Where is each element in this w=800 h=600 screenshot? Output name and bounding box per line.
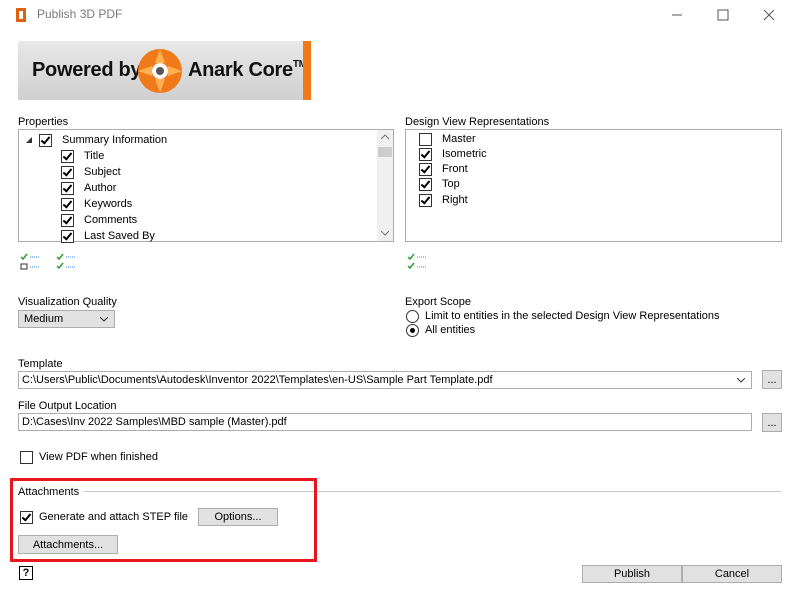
minimize-icon bbox=[672, 14, 682, 16]
check-all-children-icon[interactable] bbox=[56, 253, 78, 271]
check-all-icon[interactable] bbox=[20, 253, 42, 271]
list-item[interactable]: Keywords bbox=[61, 196, 132, 212]
chevron-down-icon bbox=[100, 317, 108, 322]
title-bar: Publish 3D PDF bbox=[0, 0, 800, 30]
design-views-label: Design View Representations bbox=[405, 116, 550, 128]
help-icon[interactable]: ? bbox=[19, 566, 33, 580]
view-checkbox[interactable] bbox=[419, 177, 432, 191]
property-checkbox[interactable] bbox=[61, 229, 74, 243]
view-pdf-option[interactable]: View PDF when finished bbox=[20, 449, 158, 465]
output-path-input[interactable]: D:\Cases\Inv 2022 Samples\MBD sample (Ma… bbox=[18, 413, 752, 431]
properties-scrollbar[interactable] bbox=[377, 130, 393, 241]
properties-list[interactable]: Summary Information Title Subject Author… bbox=[18, 129, 394, 244]
summary-group-label: Summary Information bbox=[62, 134, 168, 146]
publish-button[interactable]: Publish bbox=[582, 565, 682, 583]
banner-left-text: Powered by bbox=[32, 59, 142, 81]
banner-accent-stripe bbox=[303, 41, 311, 100]
property-checkbox[interactable] bbox=[61, 165, 74, 179]
property-checkbox[interactable] bbox=[61, 197, 74, 211]
view-checkbox[interactable] bbox=[419, 193, 432, 207]
minimize-button[interactable] bbox=[654, 0, 700, 30]
output-label: File Output Location bbox=[18, 400, 117, 412]
view-checkbox[interactable] bbox=[419, 147, 432, 161]
template-select[interactable]: C:\Users\Public\Documents\Autodesk\Inven… bbox=[18, 371, 752, 389]
visualization-value: Medium bbox=[24, 313, 64, 325]
highlight-box bbox=[10, 478, 317, 562]
banner-right-text: Anark CoreTM bbox=[188, 59, 307, 81]
collapse-arrow-icon[interactable] bbox=[25, 136, 33, 144]
property-checkbox[interactable] bbox=[61, 181, 74, 195]
view-pdf-checkbox[interactable] bbox=[20, 450, 33, 464]
app-icon bbox=[16, 8, 26, 22]
scroll-thumb[interactable] bbox=[378, 147, 392, 157]
scope-radio-all[interactable] bbox=[406, 323, 419, 337]
summary-group-checkbox[interactable] bbox=[39, 133, 52, 147]
window-title: Publish 3D PDF bbox=[37, 7, 123, 21]
check-all-views-icon[interactable] bbox=[407, 253, 429, 271]
scroll-up-icon[interactable] bbox=[381, 134, 389, 140]
list-item[interactable]: Right bbox=[419, 192, 468, 208]
close-icon bbox=[763, 9, 775, 21]
view-checkbox[interactable] bbox=[419, 132, 432, 146]
scroll-down-icon[interactable] bbox=[381, 230, 389, 236]
design-views-list[interactable]: Master Isometric Front Top Right bbox=[405, 129, 782, 242]
list-item[interactable]: Front bbox=[419, 161, 468, 177]
list-item[interactable]: Master bbox=[419, 131, 476, 147]
visualization-select[interactable]: Medium bbox=[18, 310, 115, 328]
visualization-label: Visualization Quality bbox=[18, 296, 117, 308]
maximize-button[interactable] bbox=[700, 0, 746, 30]
list-item[interactable]: Last Saved By bbox=[61, 228, 155, 244]
template-browse-button[interactable]: ... bbox=[762, 370, 782, 389]
property-checkbox[interactable] bbox=[61, 213, 74, 227]
maximize-icon bbox=[717, 9, 729, 21]
template-label: Template bbox=[18, 358, 63, 370]
close-button[interactable] bbox=[746, 0, 792, 30]
anark-logo-icon bbox=[138, 49, 182, 93]
list-item[interactable]: Subject bbox=[61, 164, 121, 180]
summary-group-row[interactable]: Summary Information bbox=[25, 132, 167, 148]
list-item[interactable]: Comments bbox=[61, 212, 137, 228]
cancel-button[interactable]: Cancel bbox=[682, 565, 782, 583]
list-item[interactable]: Title bbox=[61, 148, 104, 164]
view-checkbox[interactable] bbox=[419, 162, 432, 176]
scope-radio-limit[interactable] bbox=[406, 309, 419, 323]
list-item[interactable]: Top bbox=[419, 176, 460, 192]
properties-label: Properties bbox=[18, 116, 69, 128]
scope-option-all[interactable]: All entities bbox=[406, 322, 475, 338]
output-browse-button[interactable]: ... bbox=[762, 413, 782, 432]
list-item[interactable]: Author bbox=[61, 180, 116, 196]
template-value: C:\Users\Public\Documents\Autodesk\Inven… bbox=[22, 374, 493, 386]
anark-banner: Powered by Anark CoreTM bbox=[18, 41, 311, 100]
list-item[interactable]: Isometric bbox=[419, 146, 487, 162]
chevron-down-icon bbox=[737, 378, 745, 383]
property-checkbox[interactable] bbox=[61, 149, 74, 163]
export-scope-label: Export Scope bbox=[405, 296, 472, 308]
